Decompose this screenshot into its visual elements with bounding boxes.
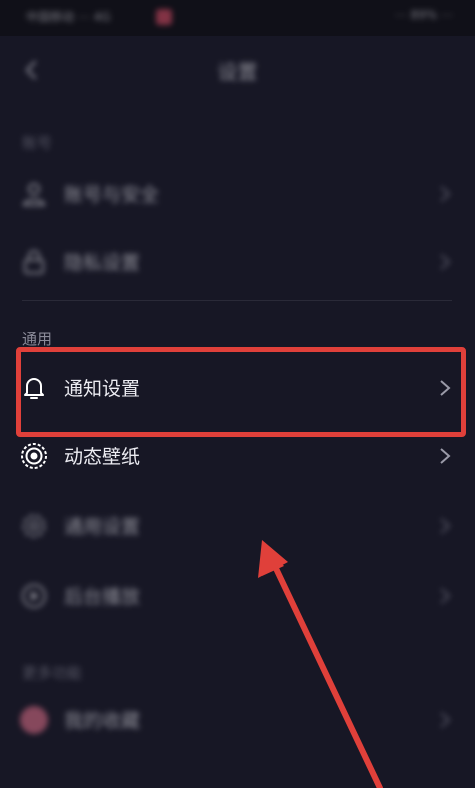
row-label: 动态壁纸 — [64, 446, 141, 468]
row-privacy[interactable]: 隐私设置 — [0, 230, 475, 294]
row-background-play[interactable]: 后台播放 — [0, 564, 475, 628]
status-bar: 中国移动 ⋯ 4G ⋯ 89% ⋯ — [0, 0, 475, 36]
page-title: 设置 — [217, 60, 258, 84]
chevron-right-icon — [440, 254, 451, 270]
row-label: 账号与安全 — [64, 184, 160, 206]
row-label: 后台播放 — [64, 586, 141, 608]
row-favorites[interactable]: 我的收藏 — [0, 688, 475, 752]
chevron-right-icon — [440, 186, 451, 202]
user-icon — [22, 183, 46, 206]
row-account-security[interactable]: 账号与安全 — [0, 162, 475, 226]
row-label: 通用设置 — [64, 516, 141, 538]
section-label-general: 通用 — [22, 330, 53, 348]
chevron-right-icon — [440, 518, 451, 534]
row-general-settings[interactable]: 通用设置 — [0, 494, 475, 558]
chevron-right-icon — [440, 712, 451, 728]
section-label-other: 更多功能 — [22, 664, 83, 682]
row-label: 隐私设置 — [64, 252, 141, 274]
section-divider — [22, 300, 452, 301]
battery-time-text: ⋯ 89% ⋯ — [394, 8, 453, 22]
chevron-right-icon — [440, 588, 451, 604]
chevron-right-icon — [440, 448, 451, 464]
wallpaper-target-icon — [21, 443, 47, 469]
section-label-account: 账号 — [22, 134, 53, 152]
carrier-text: 中国移动 ⋯ 4G — [26, 10, 111, 24]
lock-icon — [24, 250, 44, 274]
notification-badge — [156, 9, 172, 25]
gear-icon — [22, 514, 46, 538]
play-circle-icon — [22, 584, 46, 608]
highlight-box — [16, 347, 466, 437]
row-label: 我的收藏 — [64, 710, 141, 732]
